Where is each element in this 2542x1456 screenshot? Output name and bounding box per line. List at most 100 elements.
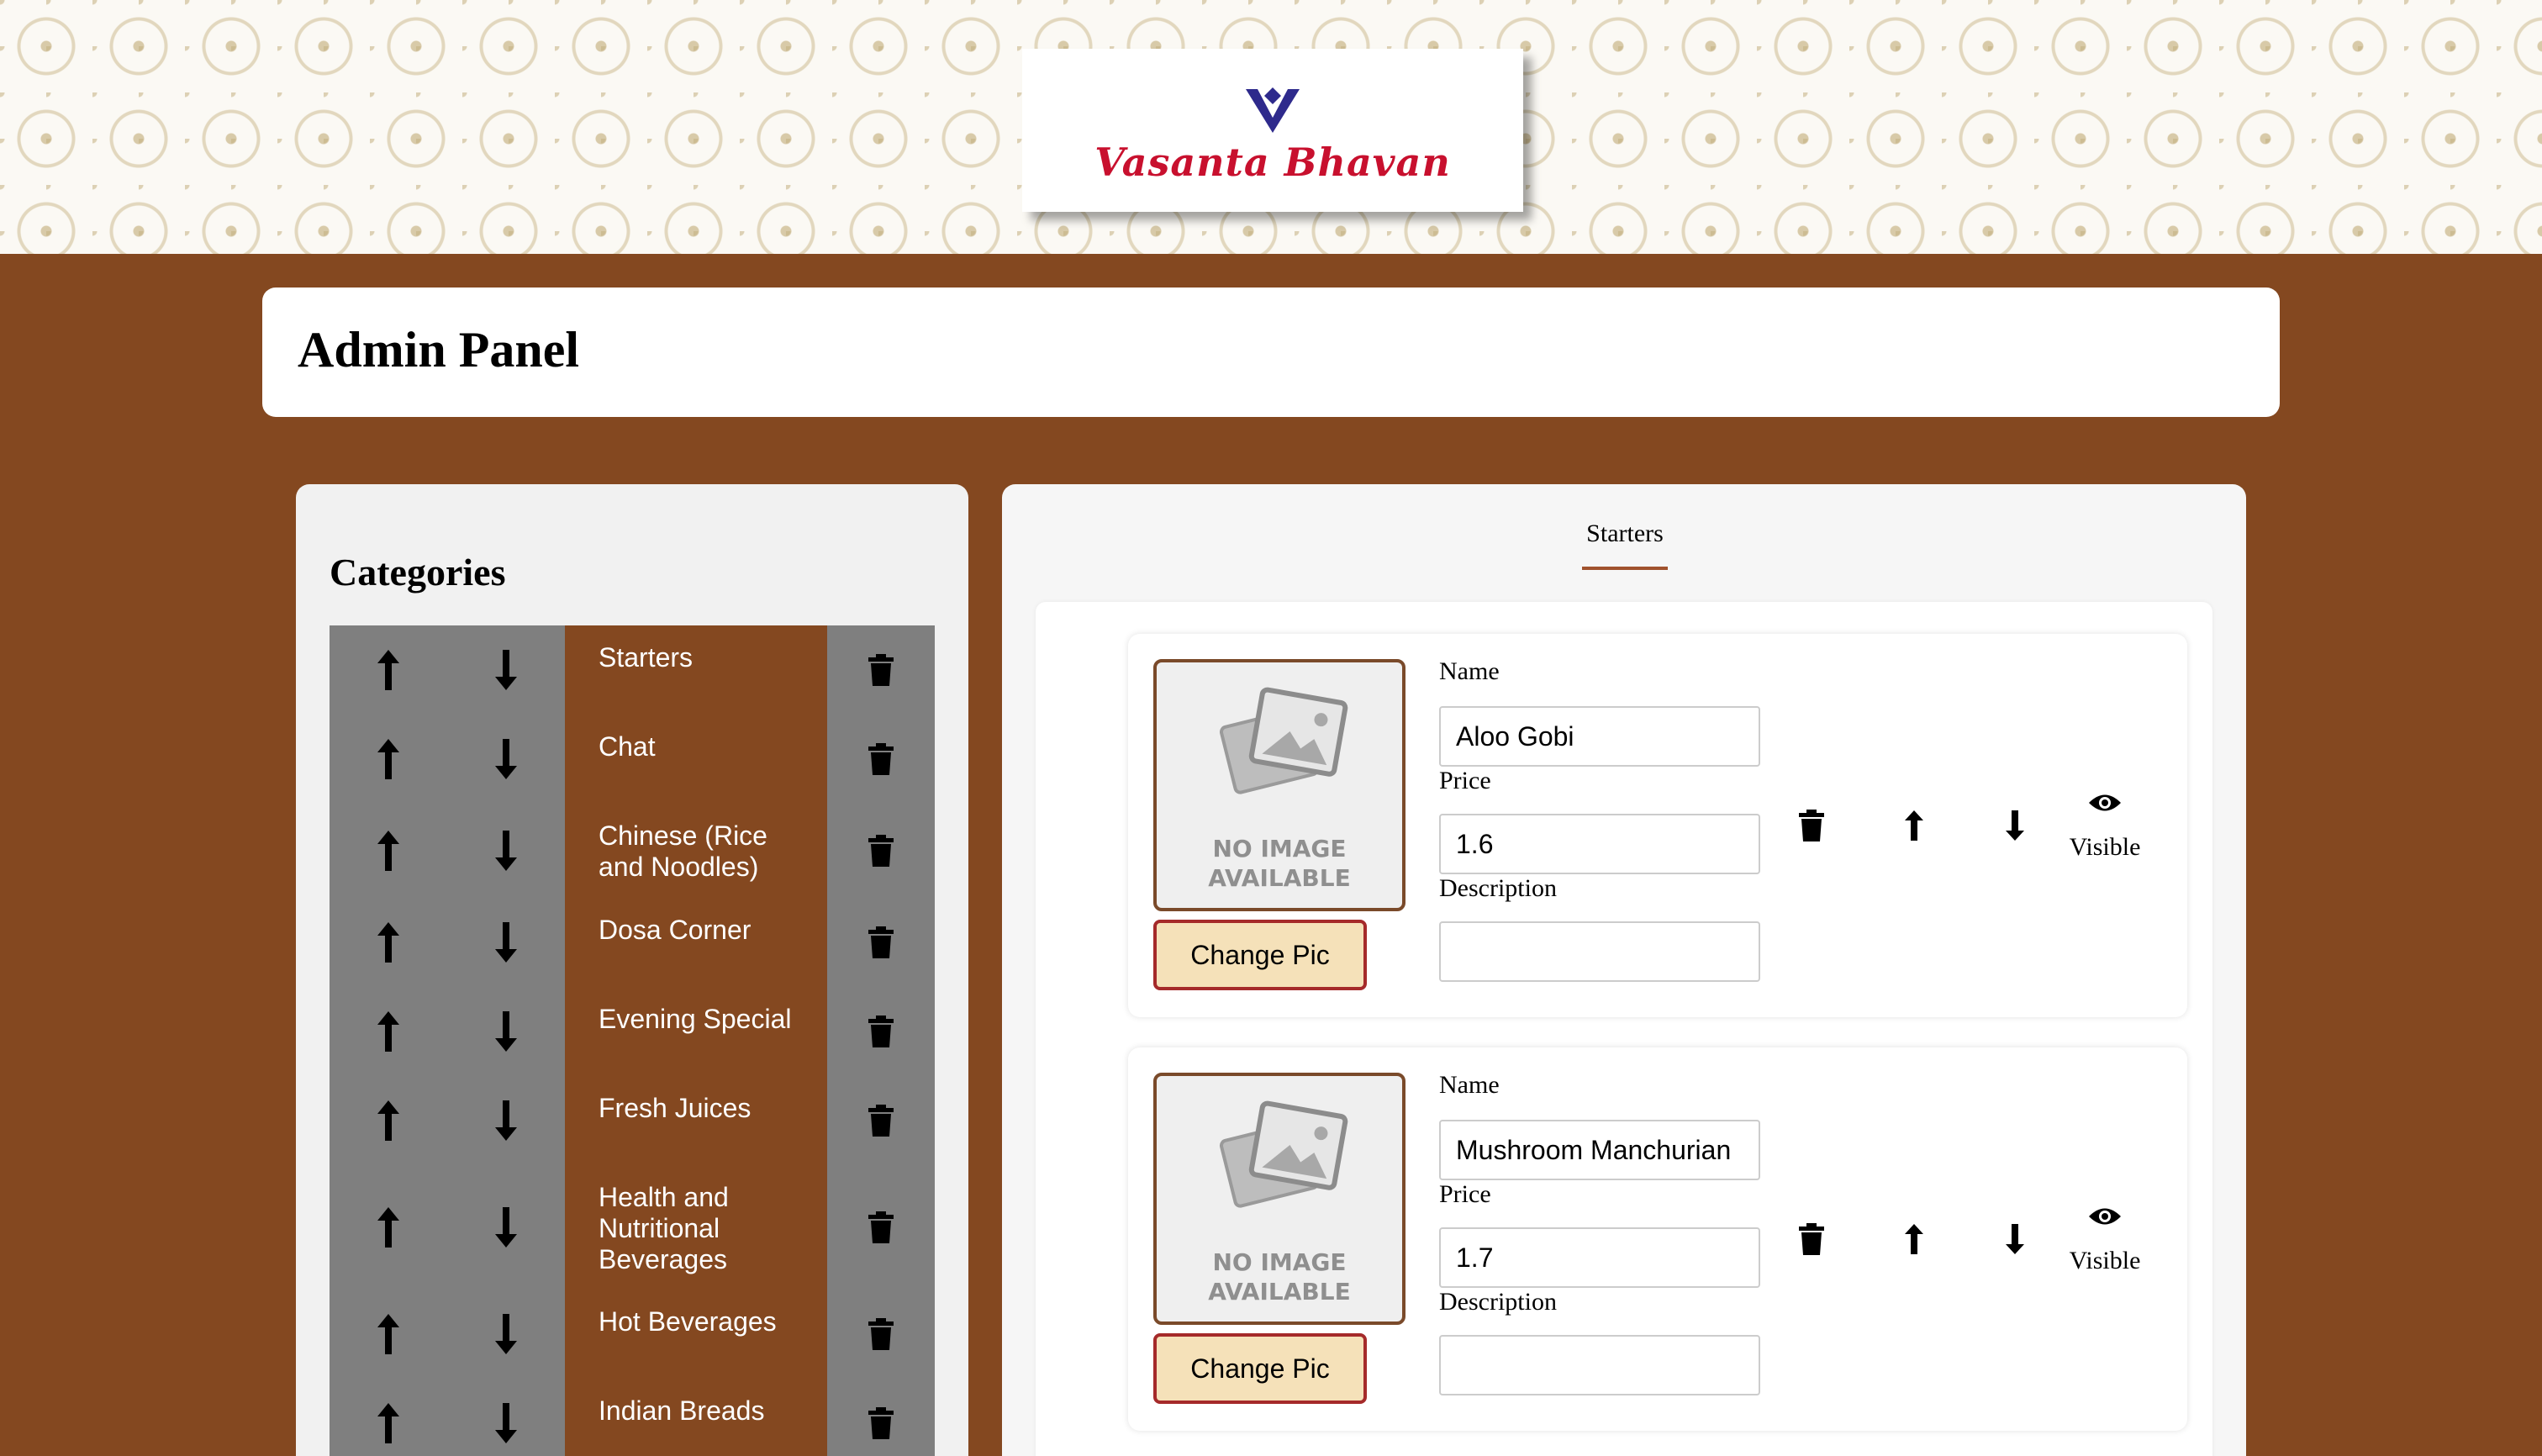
- no-image-text: NO IMAGE AVAILABLE: [1208, 835, 1351, 892]
- arrow-down-icon: [495, 831, 517, 871]
- visible-label: Visible: [2069, 1247, 2141, 1274]
- delete-item-icon[interactable]: [1797, 809, 1826, 842]
- page-title: Admin Panel: [298, 322, 580, 377]
- category-row: Chat: [330, 715, 935, 804]
- arrow-down-icon: [495, 1100, 517, 1141]
- category-name[interactable]: Dosa Corner: [565, 898, 827, 987]
- trash-icon: [868, 1211, 894, 1243]
- delete-item-icon[interactable]: [1797, 1222, 1826, 1256]
- arrow-down-icon: [495, 650, 517, 690]
- move-down-button[interactable]: [447, 898, 565, 987]
- category-row: Indian Breads: [330, 1379, 935, 1456]
- arrow-up-icon: [377, 739, 399, 779]
- move-down-button[interactable]: [447, 715, 565, 804]
- price-label: Price: [1439, 767, 1491, 794]
- move-down-button[interactable]: [447, 1165, 565, 1290]
- change-pic-button[interactable]: Change Pic: [1153, 920, 1367, 990]
- delete-category-button[interactable]: [827, 715, 935, 804]
- item-image[interactable]: NO IMAGE AVAILABLE: [1153, 659, 1405, 911]
- description-input[interactable]: [1439, 1335, 1760, 1395]
- delete-category-button[interactable]: [827, 1290, 935, 1379]
- description-input[interactable]: [1439, 921, 1760, 982]
- arrow-down-icon: [495, 922, 517, 963]
- admin-panel-header: Admin Panel: [262, 288, 2280, 417]
- category-row: Dosa Corner: [330, 898, 935, 987]
- arrow-down-icon: [495, 1011, 517, 1052]
- tab-starters[interactable]: Starters: [1582, 520, 1668, 570]
- move-up-button[interactable]: [330, 1076, 447, 1165]
- move-up-button[interactable]: [330, 1165, 447, 1290]
- move-up-button[interactable]: [330, 1290, 447, 1379]
- name-input[interactable]: Mushroom Manchurian: [1439, 1120, 1760, 1180]
- category-row: Starters: [330, 625, 935, 715]
- arrow-up-icon: [377, 831, 399, 871]
- delete-category-button[interactable]: [827, 1076, 935, 1165]
- delete-category-button[interactable]: [827, 1379, 935, 1456]
- delete-category-button[interactable]: [827, 625, 935, 715]
- trash-icon: [868, 1318, 894, 1350]
- delete-category-button[interactable]: [827, 804, 935, 898]
- trash-icon: [868, 1105, 894, 1137]
- visibility-toggle[interactable]: Visible: [2063, 1205, 2147, 1275]
- category-name[interactable]: Evening Special: [565, 987, 827, 1076]
- move-up-button[interactable]: [330, 1379, 447, 1456]
- price-input[interactable]: 1.6: [1439, 814, 1760, 874]
- move-up-button[interactable]: [330, 715, 447, 804]
- visible-label: Visible: [2069, 833, 2141, 861]
- arrow-up-icon: [377, 650, 399, 690]
- category-name[interactable]: Health and Nutritional Beverages: [565, 1165, 827, 1290]
- eye-icon: [2089, 794, 2121, 811]
- category-name[interactable]: Fresh Juices: [565, 1076, 827, 1165]
- trash-icon: [868, 835, 894, 867]
- category-row: Health and Nutritional Beverages: [330, 1165, 935, 1290]
- change-pic-button[interactable]: Change Pic: [1153, 1333, 1367, 1404]
- move-item-down-icon[interactable]: [2004, 1222, 2026, 1256]
- visibility-toggle[interactable]: Visible: [2063, 792, 2147, 862]
- move-down-button[interactable]: [447, 987, 565, 1076]
- image-placeholder-icon: [1219, 1100, 1348, 1208]
- move-down-button[interactable]: [447, 625, 565, 715]
- move-item-down-icon[interactable]: [2004, 809, 2026, 842]
- price-input[interactable]: 1.7: [1439, 1227, 1760, 1288]
- category-name[interactable]: Indian Breads: [565, 1379, 827, 1456]
- categories-panel: Categories Starters Chat Chinese (Rice a…: [296, 484, 968, 1456]
- category-name[interactable]: Chinese (Rice and Noodles): [565, 804, 827, 898]
- move-up-button[interactable]: [330, 625, 447, 715]
- category-name[interactable]: Chat: [565, 715, 827, 804]
- category-list: Starters Chat Chinese (Rice and Noodles)…: [330, 625, 935, 1456]
- name-input[interactable]: Aloo Gobi: [1439, 706, 1760, 767]
- delete-category-button[interactable]: [827, 898, 935, 987]
- brand-logo: Vasanta Bhavan: [1022, 49, 1523, 212]
- menu-item-card: NO IMAGE AVAILABLE Change Pic Name Mushr…: [1128, 1047, 2187, 1431]
- category-name[interactable]: Hot Beverages: [565, 1290, 827, 1379]
- move-up-button[interactable]: [330, 987, 447, 1076]
- trash-icon: [868, 654, 894, 686]
- move-down-button[interactable]: [447, 1379, 565, 1456]
- arrow-down-icon: [495, 1207, 517, 1248]
- delete-category-button[interactable]: [827, 1165, 935, 1290]
- arrow-up-icon: [377, 922, 399, 963]
- move-up-button[interactable]: [330, 898, 447, 987]
- arrow-down-icon: [495, 739, 517, 779]
- arrow-up-icon: [377, 1100, 399, 1141]
- brand-name: Vasanta Bhavan: [1094, 140, 1451, 185]
- menu-items-panel: Starters NO IMAGE AVAILABLE Change Pic N…: [1002, 484, 2246, 1456]
- move-down-button[interactable]: [447, 1076, 565, 1165]
- trash-icon: [868, 1016, 894, 1047]
- move-down-button[interactable]: [447, 804, 565, 898]
- category-name[interactable]: Starters: [565, 625, 827, 715]
- arrow-up-icon: [377, 1403, 399, 1443]
- delete-category-button[interactable]: [827, 987, 935, 1076]
- move-item-up-icon[interactable]: [1903, 1222, 1925, 1256]
- move-item-up-icon[interactable]: [1903, 809, 1925, 842]
- arrow-up-icon: [377, 1011, 399, 1052]
- name-label: Name: [1439, 657, 1500, 685]
- no-image-text: NO IMAGE AVAILABLE: [1208, 1248, 1351, 1306]
- move-up-button[interactable]: [330, 804, 447, 898]
- arrow-up-icon: [377, 1207, 399, 1248]
- item-image[interactable]: NO IMAGE AVAILABLE: [1153, 1073, 1405, 1325]
- category-row: Fresh Juices: [330, 1076, 935, 1165]
- items-container: NO IMAGE AVAILABLE Change Pic Name Aloo …: [1036, 602, 2212, 1456]
- move-down-button[interactable]: [447, 1290, 565, 1379]
- name-label: Name: [1439, 1071, 1500, 1099]
